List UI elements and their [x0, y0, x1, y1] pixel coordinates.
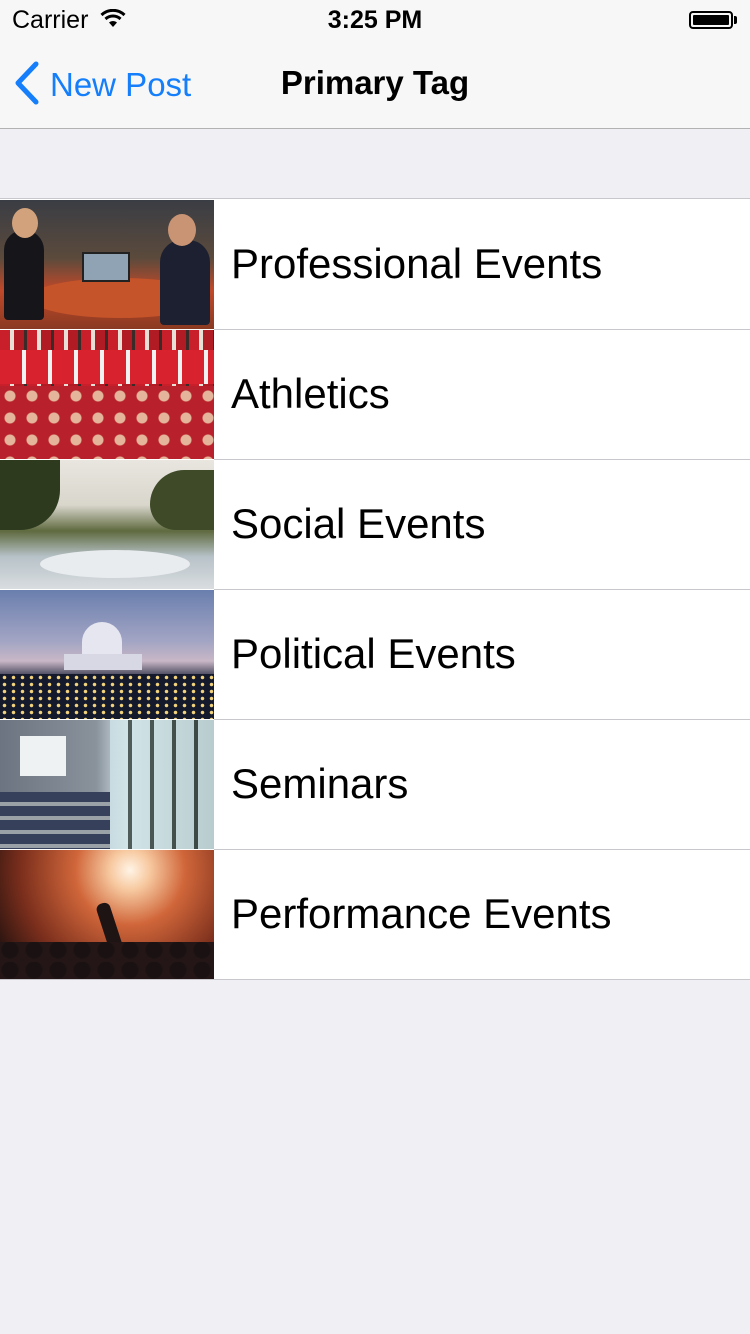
page-title: Primary Tag	[280, 64, 470, 101]
list-item-performance-events[interactable]: Performance Events	[0, 849, 750, 979]
battery-tip	[734, 16, 737, 24]
list-item-social-events[interactable]: Social Events	[0, 459, 750, 589]
tag-list: Professional Events Athletics Social Eve…	[0, 198, 750, 980]
list-item-label: Professional Events	[231, 240, 603, 287]
list-item-label: Performance Events	[231, 890, 612, 937]
battery-icon	[689, 11, 733, 29]
political-events-thumbnail	[0, 589, 214, 719]
status-bar: Carrier 3:25 PM	[0, 0, 750, 40]
list-item-political-events[interactable]: Political Events	[0, 589, 750, 719]
navigation-bar: Carrier 3:25 PM New Post Primary Tag	[0, 0, 750, 129]
athletics-thumbnail	[0, 329, 214, 459]
list-item-seminars[interactable]: Seminars	[0, 719, 750, 849]
performance-events-thumbnail	[0, 849, 214, 979]
social-events-thumbnail	[0, 459, 214, 589]
seminars-thumbnail	[0, 719, 214, 849]
list-item-athletics[interactable]: Athletics	[0, 329, 750, 459]
list-item-professional-events[interactable]: Professional Events	[0, 199, 750, 329]
list-item-label: Political Events	[231, 630, 516, 677]
professional-events-thumbnail	[0, 199, 214, 329]
list-item-label: Social Events	[231, 500, 486, 547]
status-time: 3:25 PM	[327, 6, 423, 34]
list-item-label: Athletics	[231, 370, 390, 417]
list-item-label: Seminars	[231, 760, 409, 807]
